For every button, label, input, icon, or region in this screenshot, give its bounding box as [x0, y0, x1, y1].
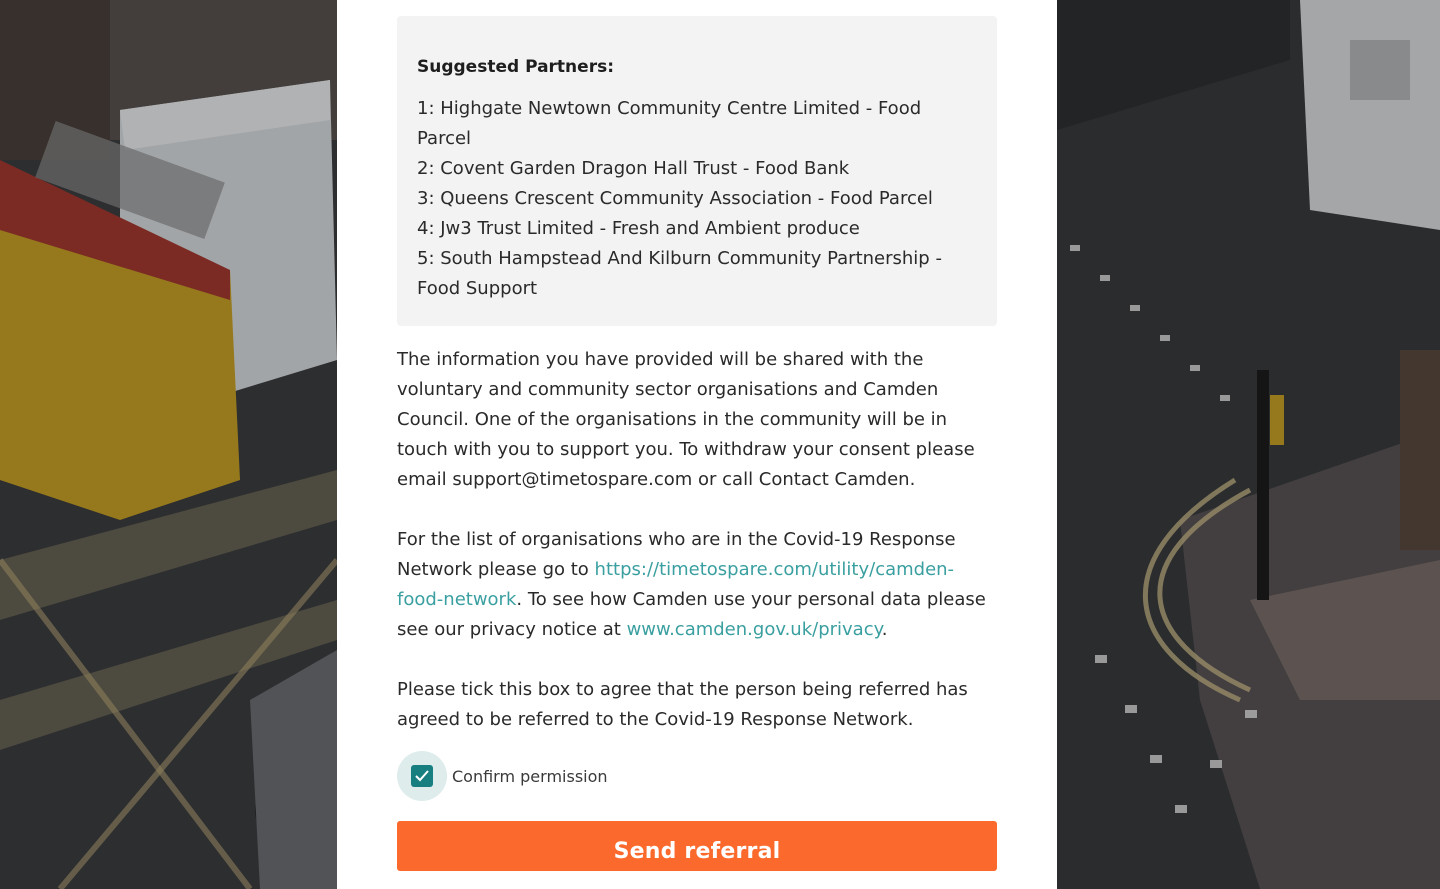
network-info-text: For the list of organisations who are in…: [397, 525, 997, 645]
referral-form-panel: Suggested Partners: 1: Highgate Newtown …: [337, 0, 1057, 889]
checkbox-focus-ring[interactable]: [397, 751, 447, 801]
agree-instruction-text: Please tick this box to agree that the p…: [397, 679, 968, 730]
partner-item: 2: Covent Garden Dragon Hall Trust - Foo…: [417, 158, 850, 179]
partner-item: 3: Queens Crescent Community Association…: [417, 188, 933, 209]
partner-item: 5: South Hampstead And Kilburn Community…: [417, 248, 942, 299]
suggested-partners-list: 1: Highgate Newtown Community Centre Lim…: [417, 94, 977, 304]
send-referral-button[interactable]: Send referral: [397, 821, 997, 871]
partner-item: 4: Jw3 Trust Limited - Fresh and Ambient…: [417, 218, 860, 239]
partner-item: 1: Highgate Newtown Community Centre Lim…: [417, 98, 922, 149]
consent-notice-text: The information you have provided will b…: [397, 349, 975, 490]
camden-privacy-link[interactable]: www.camden.gov.uk/privacy: [627, 619, 882, 640]
network-info-text-part: .: [881, 619, 888, 640]
confirm-permission-row: Confirm permission: [397, 751, 608, 801]
checkmark-icon: [415, 770, 429, 782]
confirm-permission-label[interactable]: Confirm permission: [452, 767, 608, 786]
suggested-partners-box: Suggested Partners: 1: Highgate Newtown …: [397, 16, 997, 326]
confirm-permission-checkbox[interactable]: [411, 765, 433, 787]
suggested-partners-title: Suggested Partners:: [417, 57, 614, 77]
